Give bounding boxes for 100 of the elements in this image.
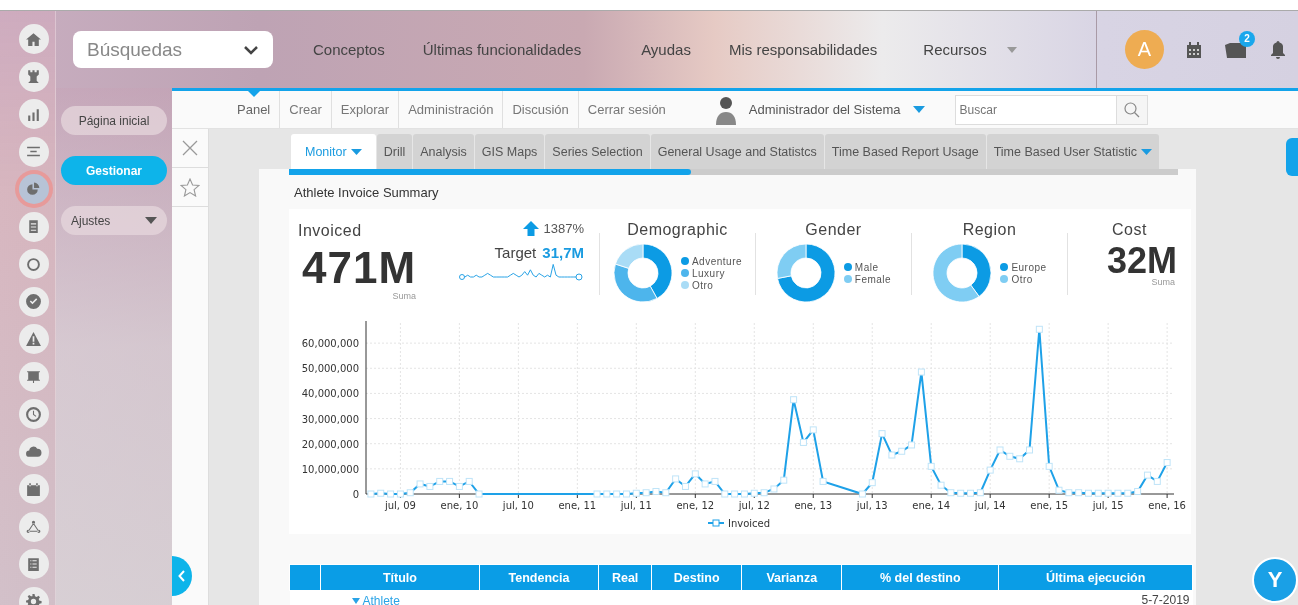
data-point <box>1124 489 1132 497</box>
data-point <box>367 490 375 498</box>
data-point <box>780 476 788 484</box>
sidebar-item[interactable]: Página inicial <box>61 106 167 135</box>
rail-button[interactable] <box>18 99 49 129</box>
data-point <box>888 451 896 459</box>
search-dropdown[interactable]: Búsquedas <box>73 31 273 68</box>
tab[interactable]: Time Based Report Usage <box>824 134 986 169</box>
rail-button[interactable] <box>18 399 49 429</box>
star-icon[interactable] <box>180 177 200 197</box>
tab-scrollbar[interactable] <box>289 169 1178 175</box>
tab[interactable]: Monitor <box>291 134 376 169</box>
legend-label: Otro <box>1011 273 1033 285</box>
rail-button[interactable] <box>18 361 49 392</box>
data-point <box>436 477 444 485</box>
rail-button[interactable] <box>18 436 49 467</box>
user-name[interactable]: Administrador del Sistema <box>748 102 901 117</box>
menu-item[interactable]: Crear <box>280 91 332 128</box>
notification-badge: 2 <box>1239 30 1255 47</box>
tab[interactable]: GIS Maps <box>474 134 545 169</box>
data-point <box>957 489 965 497</box>
column-header: Varianza <box>741 564 842 591</box>
sidebar-item[interactable]: Ajustes <box>61 206 167 235</box>
data-point <box>1016 455 1024 463</box>
data-point <box>603 490 611 498</box>
data-point <box>1114 489 1122 497</box>
legend-label: Male <box>854 261 879 273</box>
x-tick-label: jul, 09 <box>384 500 416 511</box>
legend-label: Adventure <box>691 255 743 267</box>
data-point <box>632 489 640 497</box>
rail-button[interactable] <box>18 474 49 504</box>
data-point <box>623 490 630 498</box>
calendar-icon[interactable] <box>1186 41 1202 58</box>
change-percent: 1387% <box>543 221 584 236</box>
kpi-title: Gender <box>805 221 862 239</box>
nav-link[interactable]: Mis responsabilidades <box>728 41 878 58</box>
search-field[interactable]: Buscar <box>955 95 1116 124</box>
menu-item[interactable]: Discusión <box>503 91 579 128</box>
rail-button[interactable] <box>18 324 49 354</box>
menu-item[interactable]: Panel <box>228 91 281 128</box>
donut-chart-drawing <box>932 243 993 303</box>
data-point <box>799 438 807 446</box>
donut-chart-drawing <box>612 243 673 303</box>
data-point <box>750 489 758 497</box>
network-icon <box>25 518 42 535</box>
column-header: Real <box>598 564 652 591</box>
legend-label: Female <box>854 273 892 285</box>
data-point <box>426 482 434 490</box>
data-point <box>1026 446 1033 454</box>
rail-button[interactable] <box>18 61 49 92</box>
tab[interactable]: Series Selection <box>545 134 650 169</box>
rail-button[interactable] <box>18 211 49 242</box>
donut-chart-drawing <box>775 243 836 303</box>
list-icon <box>25 555 42 573</box>
data-point <box>593 490 601 498</box>
search-icon <box>1123 101 1140 118</box>
kpi-value: 471M <box>302 246 417 290</box>
nav-link[interactable]: Últimas funcionalidades <box>422 41 582 58</box>
data-point <box>868 479 876 487</box>
rail-button[interactable] <box>18 24 49 54</box>
data-point <box>1055 486 1063 494</box>
data-point <box>642 489 650 497</box>
legend-marker <box>707 519 725 527</box>
caret-icon[interactable] <box>912 106 925 113</box>
chevron-down-icon <box>243 44 259 55</box>
legend-label: Otro <box>691 279 714 291</box>
close-icon[interactable] <box>182 140 198 156</box>
rail-button[interactable] <box>18 286 49 317</box>
nav-link[interactable]: Ayudas <box>641 41 691 58</box>
tab[interactable]: General Usage and Statistcs <box>650 134 824 169</box>
column-header: Destino <box>651 564 742 591</box>
rail-button[interactable] <box>18 249 49 279</box>
column-header: Título <box>320 564 480 591</box>
y-tick-label: 30,000,000 <box>301 413 359 425</box>
menu-item[interactable]: Administración <box>399 91 504 128</box>
search-button[interactable] <box>1115 95 1147 124</box>
help-button[interactable]: Y <box>1252 557 1298 603</box>
column-header: % del destino <box>841 564 999 591</box>
nav-link[interactable]: Conceptos <box>313 41 385 58</box>
rook-icon <box>25 68 42 85</box>
search-box[interactable]: Buscar <box>954 94 1148 125</box>
legend-label: Luxury <box>691 267 725 279</box>
rail-button[interactable] <box>18 549 49 579</box>
rail-button[interactable] <box>18 511 49 542</box>
aggregate-label: Suma <box>392 291 417 301</box>
tab[interactable]: Time Based User Statistic <box>986 134 1159 169</box>
bell-icon[interactable] <box>1270 40 1286 59</box>
data-point <box>406 489 414 497</box>
y-tick-label: 60,000,000 <box>301 338 359 350</box>
rail-button[interactable] <box>18 136 49 167</box>
menu-item[interactable]: Explorar <box>331 91 400 128</box>
side-panel-tab[interactable] <box>1286 138 1298 176</box>
menu-item[interactable]: Cerrar sesión <box>578 91 675 128</box>
data-point <box>770 485 778 493</box>
rail-button[interactable] <box>18 174 49 204</box>
tab[interactable]: Drill <box>376 134 413 169</box>
settings-icon <box>25 593 42 605</box>
tab[interactable]: Analysis <box>413 134 474 169</box>
data-point <box>1163 459 1171 467</box>
nav-link[interactable]: Recursos <box>923 41 987 58</box>
